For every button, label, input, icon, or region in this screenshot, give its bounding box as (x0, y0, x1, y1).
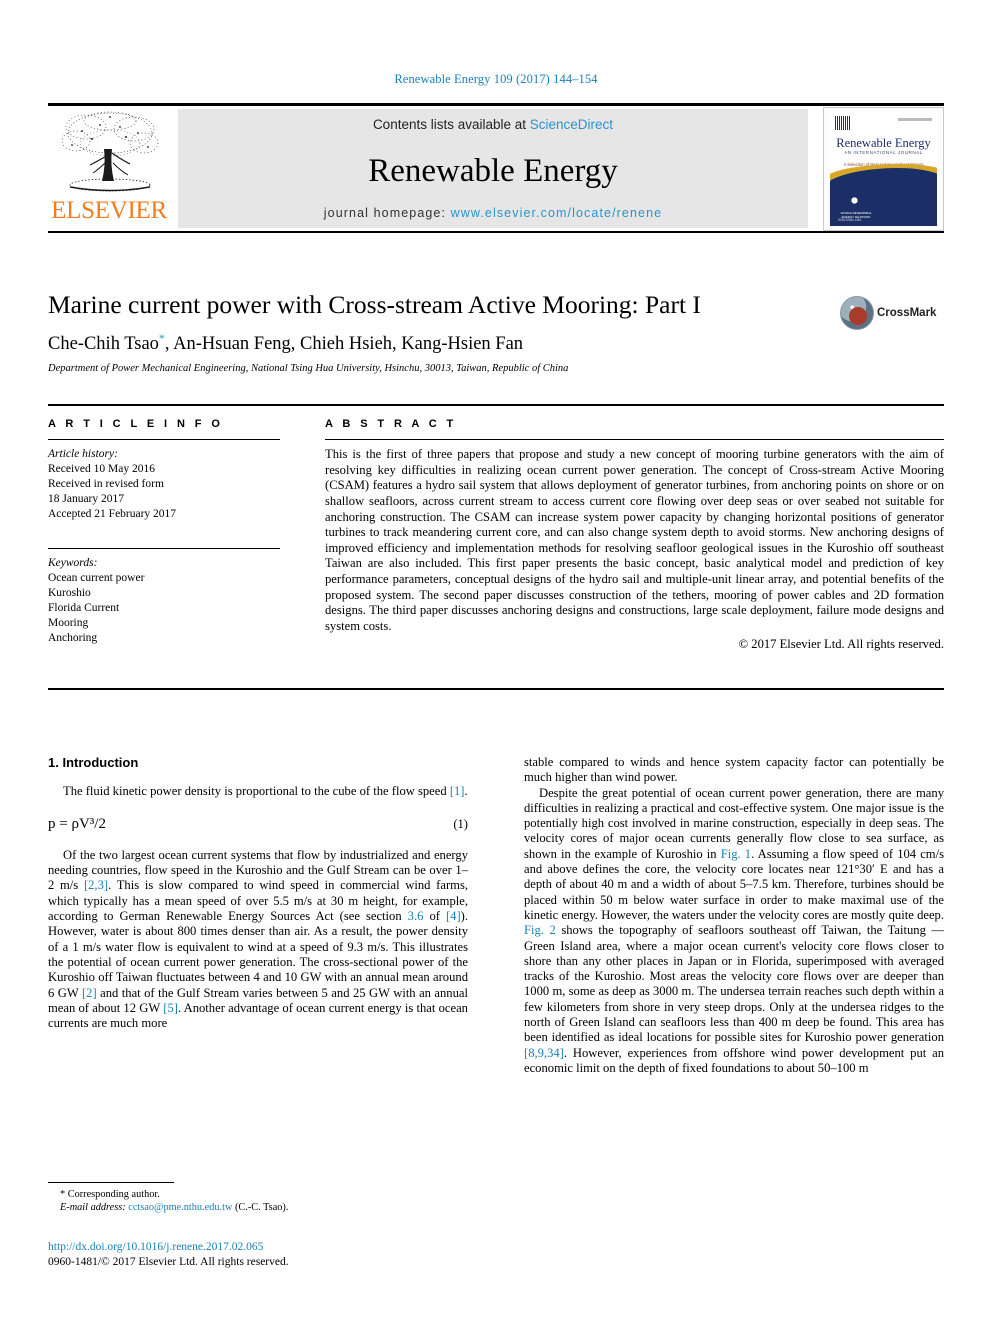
contents-available-line: Contents lists available at ScienceDirec… (178, 117, 808, 132)
corresponding-author-note: * Corresponding author. (60, 1189, 160, 1200)
crossmark-label: CrossMark (877, 307, 937, 319)
elsevier-wordmark: ELSEVIER (51, 197, 167, 224)
crossmark-badge[interactable]: CrossMark (840, 294, 936, 334)
rp2-text-c: shows the topography of seafloors southe… (524, 923, 944, 1045)
article-history-label: Article history: (48, 448, 118, 461)
p2-text-b: . This is slow compared to wind speed in… (48, 878, 469, 924)
cover-journal-name: Renewable Energy (836, 136, 931, 150)
citation-link[interactable]: [8,9,34] (524, 1046, 564, 1060)
banner-center-panel: Contents lists available at ScienceDirec… (178, 109, 808, 228)
cover-footer-text: ISSN 0960-1481 (838, 218, 862, 222)
cover-emblem-icon (846, 192, 863, 209)
section-heading-introduction: 1. Introduction (48, 755, 139, 770)
article-info-rule (48, 439, 280, 441)
intro-text-b: . (464, 784, 468, 799)
citation-link[interactable]: [4] (446, 909, 461, 923)
homepage-url-link[interactable]: www.elsevier.com/locate/renene (451, 206, 663, 220)
keyword-item: Mooring (48, 617, 89, 630)
keywords-rule (48, 548, 280, 550)
corresponding-author-marker: * (158, 331, 165, 345)
citation-link[interactable]: [5] (163, 1001, 178, 1015)
issn-copyright: 0960-1481/© 2017 Elsevier Ltd. All right… (48, 1256, 289, 1268)
running-head: Renewable Energy 109 (2017) 144–154 (394, 72, 598, 86)
footnote-block: * Corresponding author. E-mail address: … (48, 1182, 468, 1214)
email-label: E-mail address: (60, 1202, 126, 1213)
email-link[interactable]: cctsao@pme.nthu.edu.tw (128, 1202, 232, 1213)
paragraph-right-2: Despite the great potential of ocean cur… (524, 786, 944, 1077)
email-note: E-mail address: cctsao@pme.nthu.edu.tw (… (48, 1201, 468, 1214)
equation-body: p = ρV³/2 (48, 815, 106, 832)
crossmark-inner-dot (849, 307, 867, 325)
history-item: Received in revised form (48, 478, 164, 491)
footnote-rule (48, 1182, 174, 1183)
equation-1: p = ρV³/2 (1) (48, 815, 468, 832)
intro-text-a: The fluid kinetic power density is propo… (63, 784, 450, 799)
info-section-top-rule (48, 404, 944, 406)
paragraph-intro-1: The fluid kinetic power density is propo… (48, 784, 468, 799)
abstract-copyright: © 2017 Elsevier Ltd. All rights reserved… (738, 637, 944, 652)
history-item: 18 January 2017 (48, 493, 125, 506)
affiliation: Department of Power Mechanical Engineeri… (48, 363, 569, 375)
sciencedirect-link[interactable]: ScienceDirect (530, 117, 613, 132)
keywords-label: Keywords: (48, 557, 98, 570)
keyword-item: Ocean current power (48, 572, 145, 585)
keyword-item: Florida Current (48, 602, 120, 615)
figure-link-1[interactable]: Fig. 1 (721, 847, 751, 861)
cover-top-rule (898, 118, 932, 121)
homepage-prefix: journal homepage: (323, 206, 451, 220)
cover-subtitle: AN INTERNATIONAL JOURNAL (844, 150, 923, 155)
barcode-icon (835, 116, 851, 130)
section-link[interactable]: 3.6 (408, 909, 424, 923)
author-names: Che-Chih Tsao*, An-Hsuan Feng, Chieh Hsi… (48, 331, 524, 355)
crossmark-icon (840, 296, 874, 330)
paragraph-right-1: stable compared to winds and hence syste… (524, 755, 944, 785)
history-item: Received 10 May 2016 (48, 463, 155, 476)
journal-homepage-line: journal homepage: www.elsevier.com/locat… (178, 206, 808, 220)
title-block: Marine current power with Cross-stream A… (48, 290, 944, 374)
doi-link[interactable]: http://dx.doi.org/10.1016/j.renene.2017.… (48, 1240, 478, 1255)
page-title: Marine current power with Cross-stream A… (48, 290, 701, 319)
article-info-heading: A R T I C L E I N F O (48, 418, 224, 430)
article-info-column: A R T I C L E I N F O Article history: R… (48, 418, 280, 646)
rp2-text-d: . However, experiences from offshore win… (524, 1045, 944, 1075)
figure-link-2[interactable]: Fig. 2 (524, 923, 556, 937)
journal-banner: ELSEVIER Contents lists available at Sci… (48, 103, 944, 233)
banner-bottom-rule (48, 231, 944, 233)
body-column-left: 1. Introduction The fluid kinetic power … (48, 755, 468, 1031)
citation-link[interactable]: [1] (450, 784, 465, 798)
journal-cover-thumbnail[interactable]: Renewable Energy AN INTERNATIONAL JOURNA… (823, 107, 944, 231)
paragraph-intro-2: Of the two largest ocean current systems… (48, 848, 468, 1032)
journal-cover-art: Renewable Energy AN INTERNATIONAL JOURNA… (830, 112, 937, 226)
email-suffix: (C.-C. Tsao). (232, 1202, 289, 1213)
citation-link[interactable]: [2] (82, 986, 97, 1000)
elsevier-tree-icon (61, 111, 159, 192)
keyword-item: Kuroshio (48, 587, 91, 600)
equation-number: (1) (453, 816, 468, 831)
abstract-rule (325, 439, 944, 441)
body-column-right: stable compared to winds and hence syste… (524, 755, 944, 1076)
doi-block: http://dx.doi.org/10.1016/j.renene.2017.… (48, 1240, 478, 1270)
abstract-text: This is the first of three papers that p… (325, 447, 944, 633)
contents-prefix: Contents lists available at (372, 117, 530, 132)
abstract-column: A B S T R A C T This is the first of thr… (325, 418, 944, 652)
elsevier-logo: ELSEVIER (50, 109, 168, 227)
author-list: Che-Chih Tsao*, An-Hsuan Feng, Chieh Hsi… (48, 331, 944, 355)
abstract-heading: A B S T R A C T (325, 418, 457, 430)
citation-link[interactable]: [2,3] (84, 878, 108, 892)
journal-title: Renewable Energy (368, 153, 618, 189)
banner-top-rule (48, 103, 944, 106)
paper-page: Renewable Energy 109 (2017) 144–154 ELSE… (0, 0, 992, 1323)
keyword-item: Anchoring (48, 632, 98, 645)
history-item: Accepted 21 February 2017 (48, 508, 177, 521)
info-section-bottom-rule (48, 688, 944, 690)
p2-text-c: of (423, 909, 446, 924)
